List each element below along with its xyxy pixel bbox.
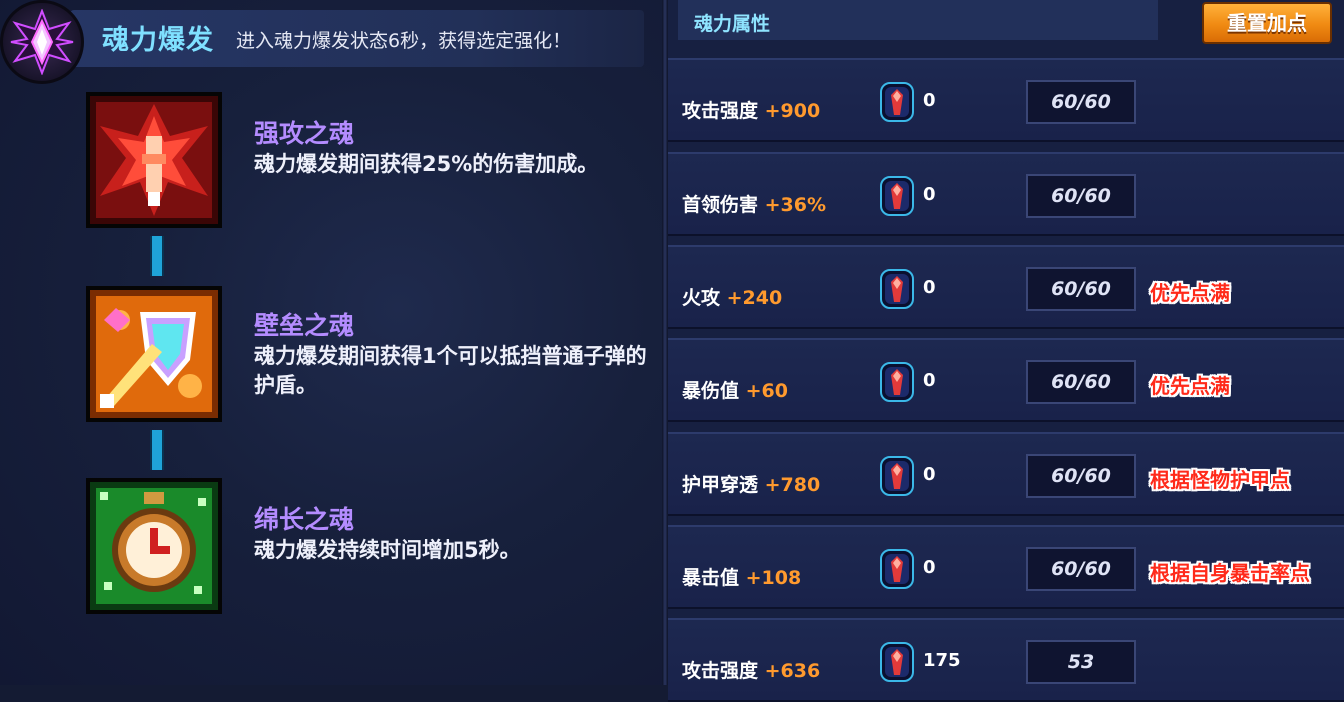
gem-point-count: 0	[923, 557, 936, 578]
attribute-label: 首领伤害 +36%	[682, 190, 826, 217]
attribute-level-button[interactable]: 60/60	[1026, 174, 1136, 218]
attribute-name: 暴击值	[682, 567, 740, 589]
priority-note: 优先点满	[1150, 374, 1230, 398]
priority-note: 根据怪物护甲点	[1150, 468, 1290, 492]
skill-name-bulwark: 壁垒之魂	[254, 311, 355, 340]
gem-point-count: 0	[923, 184, 936, 205]
attribute-label: 攻击强度 +636	[682, 656, 820, 683]
attribute-bonus: +636	[764, 660, 821, 682]
attribute-row: 护甲穿透 +780 0 60/60 根据怪物护甲点	[668, 432, 1344, 516]
attribute-bonus: +900	[764, 100, 821, 122]
attribute-name: 首领伤害	[682, 194, 759, 216]
attribute-row: 攻击强度 +636 175 53	[668, 618, 1344, 702]
reset-points-button[interactable]: 重置加点	[1202, 2, 1332, 44]
gem-point-count: 0	[923, 277, 936, 298]
attribute-level-button[interactable]: 60/60	[1026, 547, 1136, 591]
attribute-bonus: +108	[745, 567, 802, 589]
soul-burst-icon	[0, 0, 84, 84]
burst-title: 魂力爆发	[102, 25, 214, 56]
skill-desc-longevity: 魂力爆发持续时间增加5秒。	[254, 538, 521, 562]
gem-point-count: 0	[923, 90, 936, 111]
soul-gem-icon	[880, 549, 914, 589]
attribute-row: 暴伤值 +60 0 60/60 优先点满	[668, 338, 1344, 422]
priority-note: 优先点满	[1150, 281, 1230, 305]
skill-desc-power: 魂力爆发期间获得25%的伤害加成。	[254, 152, 599, 176]
soul-gem-icon	[880, 176, 914, 216]
attribute-name: 攻击强度	[682, 100, 759, 122]
attribute-level-button[interactable]: 60/60	[1026, 80, 1136, 124]
attribute-name: 攻击强度	[682, 660, 759, 682]
gem-point-count: 0	[923, 370, 936, 391]
skill-desc-bulwark: 魂力爆发期间获得1个可以抵挡普通子弹的护盾。	[254, 344, 647, 397]
soul-gem-icon	[880, 362, 914, 402]
attribute-bonus: +240	[726, 287, 783, 309]
attribute-name: 火攻	[682, 287, 721, 309]
red-crossbow-emblem-icon[interactable]	[86, 92, 222, 228]
skill-name-power: 强攻之魂	[254, 119, 355, 148]
attribute-label: 火攻 +240	[682, 283, 782, 310]
attribute-bonus: +780	[764, 474, 821, 496]
soul-gem-icon	[880, 269, 914, 309]
green-stopwatch-icon[interactable]	[86, 478, 222, 614]
attribute-label: 暴伤值 +60	[682, 376, 788, 403]
attribute-label: 攻击强度 +900	[682, 96, 820, 123]
attribute-row: 暴击值 +108 0 60/60 根据自身暴击率点	[668, 525, 1344, 609]
attribute-bonus: +60	[745, 380, 789, 402]
gem-point-count: 175	[923, 650, 961, 671]
attribute-level-button[interactable]: 53	[1026, 640, 1136, 684]
burst-description: 进入魂力爆发状态6秒，获得选定强化！	[236, 30, 572, 52]
gem-point-count: 0	[923, 464, 936, 485]
skill-connector	[150, 430, 164, 470]
attribute-level-button[interactable]: 60/60	[1026, 267, 1136, 311]
attribute-bonus: +36%	[764, 194, 827, 216]
soul-gem-icon	[880, 642, 914, 682]
priority-note: 根据自身暴击率点	[1150, 561, 1310, 585]
attribute-level-button[interactable]: 60/60	[1026, 454, 1136, 498]
attribute-name: 护甲穿透	[682, 474, 759, 496]
skill-name-longevity: 绵长之魂	[254, 505, 355, 534]
soul-gem-icon	[880, 82, 914, 122]
attribute-label: 暴击值 +108	[682, 563, 801, 590]
attribute-row: 攻击强度 +900 0 60/60	[668, 58, 1344, 142]
soul-gem-icon	[880, 456, 914, 496]
attribute-name: 暴伤值	[682, 380, 740, 402]
skill-connector	[150, 236, 164, 276]
attribute-row: 火攻 +240 0 60/60 优先点满	[668, 245, 1344, 329]
orange-shield-sword-icon[interactable]	[86, 286, 222, 422]
attribute-level-button[interactable]: 60/60	[1026, 360, 1136, 404]
attribute-row: 首领伤害 +36% 0 60/60	[668, 152, 1344, 236]
attribute-label: 护甲穿透 +780	[682, 470, 820, 497]
attribute-title: 魂力属性	[694, 13, 771, 35]
